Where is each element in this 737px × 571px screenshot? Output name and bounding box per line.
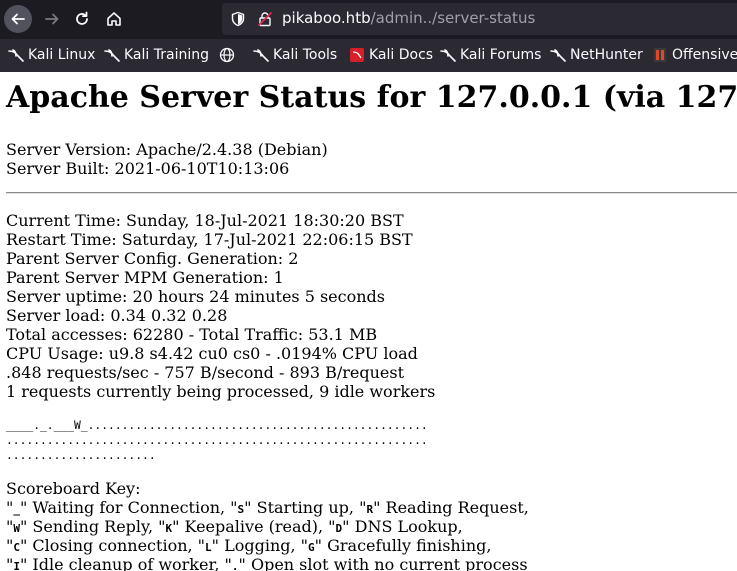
bookmark-label: Kali Tools — [273, 47, 338, 63]
offsec-icon — [654, 48, 666, 62]
scoreboard-key-line: "W" Sending Reply, "K" Keepalive (read),… — [6, 517, 463, 538]
bookmark-label: Kali Training — [124, 47, 209, 63]
scoreboard-row: ...................... — [6, 449, 156, 462]
bookmark-nethunter[interactable]: NetHunter — [550, 47, 643, 63]
scoreboard-key-text: " Sending Reply, " — [19, 517, 166, 536]
scoreboard-key-text: " Idle cleanup of worker, " — [19, 555, 232, 571]
scoreboard-key-line: "C" Closing connection, "L" Logging, "G"… — [6, 536, 491, 557]
kali-docs-icon — [350, 48, 364, 62]
bookmarks-bar: Kali Linux Kali Training Kali Tools Kali… — [0, 39, 737, 72]
page-content: Apache Server Status for 127.0.0.1 (via … — [0, 72, 737, 571]
bookmark-kali-training[interactable]: Kali Training — [104, 47, 209, 63]
bookmark-label: Kali Linux — [28, 47, 96, 63]
scoreboard-key-text: " Starting up, " — [244, 498, 367, 517]
browser-toolbar: pikaboo.htb/admin../server-status — [0, 0, 737, 39]
insecure-lock-icon[interactable] — [257, 11, 273, 31]
url-path: /admin../server-status — [370, 9, 536, 27]
bookmark-kali-linux[interactable]: Kali Linux — [8, 47, 95, 63]
globe-icon — [219, 47, 235, 63]
home-button[interactable] — [100, 5, 128, 33]
stat-request-rate: .848 requests/sec - 757 B/second - 893 B… — [6, 363, 405, 382]
stat-cpu-usage: CPU Usage: u9.8 s4.42 cu0 cs0 - .0194% C… — [6, 344, 418, 363]
bookmark-kali-forums[interactable]: Kali Forums — [440, 47, 541, 63]
scoreboard-key-text: " Reading Request, — [373, 498, 529, 517]
kali-dragon-icon — [550, 49, 566, 62]
scoreboard-key-text: " Keepalive (read), " — [172, 517, 336, 536]
stat-mpm-generation: Parent Server MPM Generation: 1 — [6, 268, 284, 287]
page-title: Apache Server Status for 127.0.0.1 (via … — [6, 80, 737, 115]
server-version: Server Version: Apache/2.4.38 (Debian) — [6, 140, 328, 159]
stat-config-generation: Parent Server Config. Generation: 2 — [6, 249, 299, 268]
scoreboard-code: . — [231, 560, 239, 571]
arrow-right-icon — [45, 13, 59, 25]
scoreboard-row: ____._.___W_............................… — [6, 419, 428, 432]
scoreboard-key-text: " Waiting for Connection, " — [19, 498, 238, 517]
scoreboard-key-text: " Gracefully finishing, — [314, 536, 492, 555]
bookmark-label: NetHunter — [570, 47, 643, 63]
kali-dragon-icon — [104, 49, 120, 62]
scoreboard-key-line: "I" Idle cleanup of worker, "." Open slo… — [6, 555, 528, 571]
bookmark-globe[interactable] — [219, 47, 239, 63]
scoreboard-key-line: "_" Waiting for Connection, "S" Starting… — [6, 498, 529, 519]
scoreboard-key-text: " Logging, " — [211, 536, 309, 555]
scoreboard-code: C — [13, 541, 20, 554]
bookmark-offensive[interactable]: Offensive — [652, 47, 737, 63]
reload-icon — [76, 11, 88, 25]
bookmark-label: Kali Forums — [460, 47, 542, 63]
bookmark-label: Offensive — [672, 47, 737, 63]
bookmark-label: Kali Docs — [369, 47, 434, 63]
arrow-left-icon — [11, 13, 25, 25]
scoreboard-key-text: " Closing connection, " — [19, 536, 206, 555]
reload-button[interactable] — [68, 5, 96, 33]
shield-icon[interactable] — [230, 11, 246, 31]
stat-uptime: Server uptime: 20 hours 24 minutes 5 sec… — [6, 287, 385, 306]
scoreboard-row: ........................................… — [6, 434, 428, 447]
scoreboard-code: _ — [13, 503, 20, 516]
scoreboard-key-title: Scoreboard Key: — [6, 479, 141, 498]
kali-dragon-icon — [253, 49, 269, 62]
url-host: pikaboo.htb — [282, 9, 371, 27]
divider — [6, 192, 737, 194]
stat-accesses: Total accesses: 62280 - Total Traffic: 5… — [6, 325, 378, 344]
forward-button[interactable] — [38, 5, 66, 33]
scoreboard-code: I — [13, 560, 20, 571]
scoreboard-code: W — [13, 522, 20, 535]
back-button[interactable] — [4, 5, 32, 33]
address-bar[interactable]: pikaboo.htb/admin../server-status — [222, 3, 737, 35]
stat-load: Server load: 0.34 0.32 0.28 — [6, 306, 228, 325]
scoreboard-code: G — [308, 541, 315, 554]
stat-current-time: Current Time: Sunday, 18-Jul-2021 18:30:… — [6, 211, 404, 230]
url-text[interactable]: pikaboo.htb/admin../server-status — [282, 9, 535, 27]
kali-dragon-icon — [8, 49, 24, 62]
scoreboard-code: L — [205, 541, 212, 554]
kali-dragon-icon — [440, 49, 456, 62]
bookmark-kali-docs[interactable]: Kali Docs — [349, 47, 433, 63]
scoreboard-key-text: " DNS Lookup, — [342, 517, 463, 536]
stat-restart-time: Restart Time: Saturday, 17-Jul-2021 22:0… — [6, 230, 413, 249]
scoreboard-key-text: " Open slot with no current process — [238, 555, 528, 571]
home-icon — [107, 12, 121, 26]
bookmark-kali-tools[interactable]: Kali Tools — [253, 47, 337, 63]
server-built: Server Built: 2021-06-10T10:13:06 — [6, 159, 290, 178]
stat-workers: 1 requests currently being processed, 9 … — [6, 382, 436, 401]
